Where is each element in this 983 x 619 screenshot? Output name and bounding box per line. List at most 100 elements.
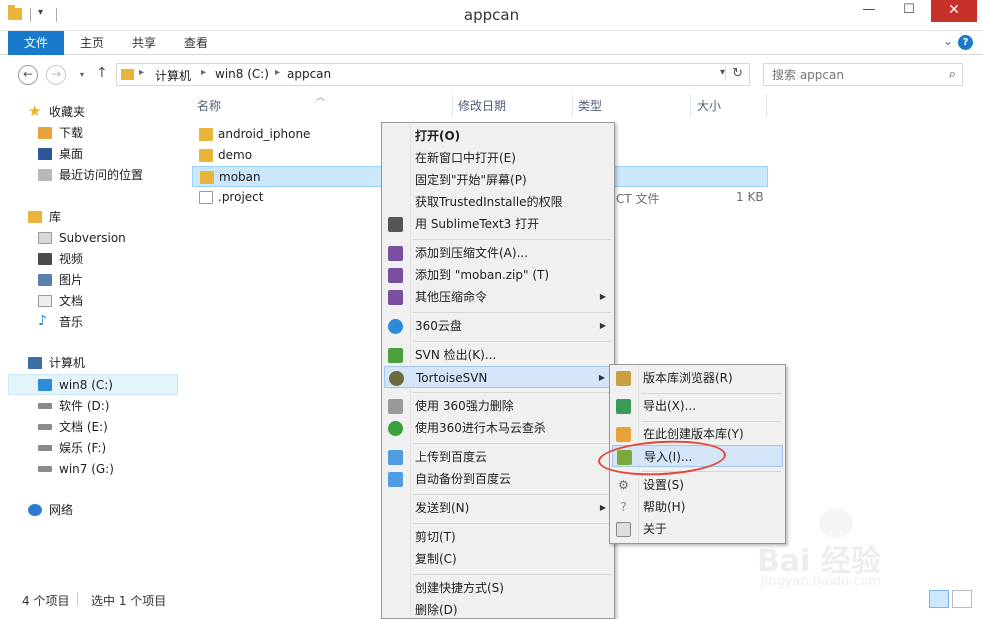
submenu-arrow-icon: ▶	[599, 503, 606, 512]
sidebar-item-pictures[interactable]: 图片	[8, 270, 178, 291]
tab-share[interactable]: 共享	[118, 31, 170, 55]
menu-item-export[interactable]: 导出(X)...	[612, 395, 783, 417]
sidebar-item-label: win8 (C:)	[59, 378, 113, 392]
recent-locations-icon[interactable]: ▾	[72, 66, 92, 86]
menu-item-open[interactable]: 打开(O)	[384, 125, 612, 147]
menu-item-settings[interactable]: ⚙ 设置(S)	[612, 474, 783, 496]
sublime-icon	[388, 217, 403, 232]
tab-file[interactable]: 文件	[8, 31, 64, 55]
up-button[interactable]: ↑	[96, 65, 108, 81]
folder-icon	[199, 128, 213, 141]
tab-view[interactable]: 查看	[170, 31, 222, 55]
ribbon-expand-icon[interactable]: ⌄	[943, 34, 953, 48]
search-box[interactable]: ⌕	[763, 63, 963, 86]
menu-item-360-scan[interactable]: 使用360进行木马云查杀	[384, 417, 612, 439]
menu-item-send-to[interactable]: 发送到(N) ▶	[384, 497, 612, 519]
search-input[interactable]	[764, 64, 934, 85]
sidebar-item-subversion[interactable]: Subversion	[8, 228, 178, 249]
menu-item-about[interactable]: 关于	[612, 518, 783, 540]
breadcrumb-separator[interactable]: ▸	[201, 67, 206, 78]
menu-item-take-ownership[interactable]: 获取TrustedInstalle的权限	[384, 191, 612, 213]
menu-separator	[641, 393, 781, 394]
sidebar-item-drive-g[interactable]: win7 (G:)	[8, 459, 178, 480]
menu-item-tortoisesvn[interactable]: TortoiseSVN ▶	[384, 366, 612, 388]
breadcrumb-separator[interactable]: ▸	[275, 67, 280, 78]
breadcrumb-separator[interactable]: ▸	[139, 67, 144, 78]
sidebar-item-drive-f[interactable]: 娱乐 (F:)	[8, 438, 178, 459]
menu-item-baidu-upload[interactable]: 上传到百度云	[384, 446, 612, 468]
column-header-type[interactable]: 类型	[578, 97, 602, 114]
documents-icon	[38, 295, 52, 307]
menu-item-create-shortcut[interactable]: 创建快捷方式(S)	[384, 577, 612, 599]
menu-item-label: 帮助(H)	[643, 500, 686, 514]
sidebar-item-label: 音乐	[59, 315, 84, 329]
close-button[interactable]: ✕	[931, 0, 977, 22]
column-header-size[interactable]: 大小	[697, 97, 721, 114]
forward-button[interactable]: →	[46, 65, 66, 85]
refresh-icon[interactable]: ↻	[725, 66, 743, 81]
search-icon[interactable]: ⌕	[949, 67, 956, 82]
breadcrumb-computer[interactable]: 计算机	[155, 67, 191, 84]
column-divider[interactable]	[452, 94, 453, 116]
sidebar-item-network[interactable]: 网络	[8, 500, 178, 521]
menu-item-add-archive[interactable]: 添加到压缩文件(A)...	[384, 242, 612, 264]
menu-item-label: 其他压缩命令	[415, 290, 488, 304]
menu-item-sublime[interactable]: 用 SublimeText3 打开	[384, 213, 612, 235]
sidebar-item-label: 娱乐 (F:)	[59, 441, 107, 455]
menu-item-360-delete[interactable]: 使用 360强力删除	[384, 395, 612, 417]
sidebar-item-desktop[interactable]: 桌面	[8, 144, 178, 165]
menu-item-other-compress[interactable]: 其他压缩命令 ▶	[384, 286, 612, 308]
breadcrumb-folder[interactable]: appcan	[287, 67, 331, 81]
maximize-button[interactable]: ☐	[895, 0, 923, 22]
computer-icon	[28, 357, 42, 369]
sidebar-item-favorites[interactable]: ★ 收藏夹	[8, 102, 178, 123]
column-divider[interactable]	[766, 94, 767, 116]
baidu-cloud-icon	[388, 450, 403, 465]
context-menu: 打开(O) 在新窗口中打开(E) 固定到"开始"屏幕(P) 获取TrustedI…	[381, 122, 615, 619]
menu-item-label: 剪切(T)	[415, 530, 456, 544]
tab-home[interactable]: 主页	[66, 31, 118, 55]
sidebar-item-drive-c[interactable]: win8 (C:)	[8, 374, 178, 395]
menu-item-help[interactable]: ? 帮助(H)	[612, 496, 783, 518]
menu-item-label: 关于	[643, 522, 668, 536]
sidebar-item-recent[interactable]: 最近访问的位置	[8, 165, 178, 186]
drive-icon	[38, 445, 52, 451]
menu-item-svn-checkout[interactable]: SVN 检出(K)...	[384, 344, 612, 366]
menu-item-360-cloud[interactable]: 360云盘 ▶	[384, 315, 612, 337]
sidebar-item-computer[interactable]: 计算机	[8, 353, 178, 374]
menu-item-copy[interactable]: 复制(C)	[384, 548, 612, 570]
sidebar-item-documents[interactable]: 文档	[8, 291, 178, 312]
sidebar-item-libraries[interactable]: 库	[8, 207, 178, 228]
sidebar-item-downloads[interactable]: 下载	[8, 123, 178, 144]
breadcrumb-drive[interactable]: win8 (C:)	[215, 67, 269, 81]
menu-separator	[413, 239, 611, 240]
sidebar-item-label: 计算机	[49, 356, 86, 370]
column-divider[interactable]	[690, 94, 691, 116]
back-button[interactable]: ←	[18, 65, 38, 85]
sidebar-item-drive-e[interactable]: 文档 (E:)	[8, 417, 178, 438]
selected-count: 选中 1 个项目	[91, 594, 167, 608]
address-bar[interactable]: ▸ 计算机 ▸ win8 (C:) ▸ appcan ▾ ↻	[116, 63, 750, 86]
minimize-button[interactable]: —	[855, 0, 883, 22]
menu-item-cut[interactable]: 剪切(T)	[384, 526, 612, 548]
column-header-name[interactable]: 名称	[197, 97, 221, 114]
winrar-icon	[388, 246, 403, 261]
column-divider[interactable]	[572, 94, 573, 116]
menu-item-label: 复制(C)	[415, 552, 457, 566]
menu-item-add-zip[interactable]: 添加到 "moban.zip" (T)	[384, 264, 612, 286]
menu-item-label: 添加到 "moban.zip" (T)	[415, 268, 550, 282]
help-icon[interactable]: ?	[958, 35, 973, 50]
sidebar-item-drive-d[interactable]: 软件 (D:)	[8, 396, 178, 417]
menu-item-open-new-window[interactable]: 在新窗口中打开(E)	[384, 147, 612, 169]
menu-item-label: 360云盘	[415, 319, 462, 333]
paw-logo-icon	[819, 508, 853, 538]
menu-item-delete[interactable]: 删除(D)	[384, 599, 612, 619]
menu-item-pin-start[interactable]: 固定到"开始"屏幕(P)	[384, 169, 612, 191]
sidebar-item-videos[interactable]: 视频	[8, 249, 178, 270]
scan-360-icon	[388, 421, 403, 436]
menu-item-repo-browser[interactable]: 版本库浏览器(R)	[612, 367, 783, 389]
watermark-url: jingyan.baidu.com	[761, 574, 881, 589]
menu-item-baidu-backup[interactable]: 自动备份到百度云	[384, 468, 612, 490]
column-header-modified[interactable]: 修改日期	[458, 97, 506, 114]
sidebar-item-music[interactable]: ♪ 音乐	[8, 312, 178, 333]
